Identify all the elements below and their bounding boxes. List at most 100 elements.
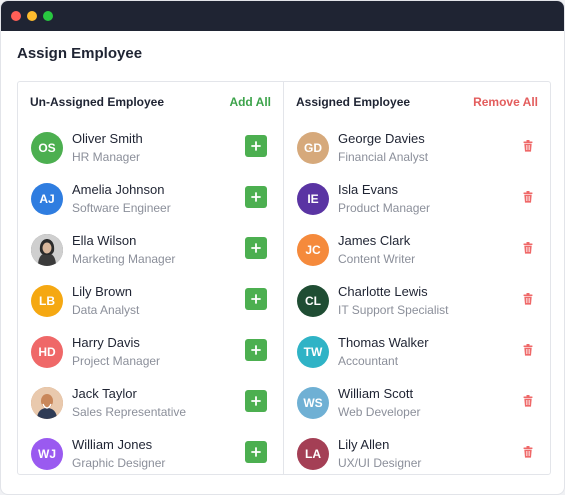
assigned-employee-row: TW Thomas Walker Accountant bbox=[284, 326, 550, 377]
assigned-employee-row: IE Isla Evans Product Manager bbox=[284, 173, 550, 224]
trash-icon bbox=[523, 344, 533, 356]
page-title: Assign Employee bbox=[17, 45, 143, 62]
assigned-column: Assigned Employee Remove All GD George Da… bbox=[284, 82, 550, 474]
remove-employee-button[interactable] bbox=[522, 292, 534, 306]
employee-info: Thomas Walker Accountant bbox=[338, 334, 429, 370]
avatar: WJ bbox=[31, 437, 63, 470]
employee-role: Financial Analyst bbox=[338, 149, 429, 164]
add-all-button[interactable]: Add All bbox=[229, 95, 271, 109]
minimize-window-button[interactable] bbox=[27, 11, 37, 21]
maximize-window-button[interactable] bbox=[43, 11, 53, 21]
employee-info: George Davies Financial Analyst bbox=[338, 130, 428, 166]
add-employee-button[interactable] bbox=[245, 339, 267, 361]
unassigned-employee-row: OS Oliver Smith HR Manager bbox=[18, 122, 283, 173]
remove-employee-button[interactable] bbox=[522, 190, 534, 204]
employee-info: Isla Evans Product Manager bbox=[338, 181, 430, 217]
employee-role: Marketing Manager bbox=[72, 251, 176, 266]
avatar: JC bbox=[297, 233, 329, 266]
employee-info: James Clark Content Writer bbox=[338, 232, 415, 268]
employee-name: Oliver Smith bbox=[72, 130, 143, 146]
employee-role: IT Support Specialist bbox=[338, 302, 449, 317]
unassigned-header: Un-Assigned Employee Add All bbox=[18, 82, 283, 122]
employee-role: HR Manager bbox=[72, 149, 141, 164]
avatar: IE bbox=[297, 182, 329, 215]
unassigned-employee-row: WJ William Jones Graphic Designer bbox=[18, 428, 283, 479]
employee-name: Isla Evans bbox=[338, 181, 398, 197]
app-window: Assign Employee Un-Assigned Employee Add… bbox=[0, 0, 565, 495]
add-employee-button[interactable] bbox=[245, 186, 267, 208]
add-employee-button[interactable] bbox=[245, 288, 267, 310]
employee-info: William Jones Graphic Designer bbox=[72, 436, 165, 472]
employee-info: Lily Brown Data Analyst bbox=[72, 283, 139, 319]
employee-name: William Scott bbox=[338, 385, 414, 401]
trash-icon bbox=[523, 242, 533, 254]
employee-role: Project Manager bbox=[72, 353, 161, 368]
remove-employee-button[interactable] bbox=[522, 343, 534, 357]
plus-icon bbox=[251, 141, 261, 151]
remove-employee-button[interactable] bbox=[522, 445, 534, 459]
avatar: CL bbox=[297, 284, 329, 317]
add-employee-button[interactable] bbox=[245, 390, 267, 412]
employee-role: Graphic Designer bbox=[72, 455, 166, 470]
trash-icon bbox=[523, 446, 533, 458]
plus-icon bbox=[251, 243, 261, 253]
remove-employee-button[interactable] bbox=[522, 241, 534, 255]
plus-icon bbox=[251, 396, 261, 406]
employee-info: Jack Taylor Sales Representative bbox=[72, 385, 186, 421]
employee-name: Jack Taylor bbox=[72, 385, 137, 401]
unassigned-title: Un-Assigned Employee bbox=[30, 95, 165, 109]
employee-name: George Davies bbox=[338, 130, 425, 146]
avatar: LB bbox=[31, 284, 63, 317]
avatar: WS bbox=[297, 386, 329, 419]
add-employee-button[interactable] bbox=[245, 237, 267, 259]
employee-name: Charlotte Lewis bbox=[338, 283, 428, 299]
unassigned-employee-row: HD Harry Davis Project Manager bbox=[18, 326, 283, 377]
assigned-title: Assigned Employee bbox=[296, 95, 411, 109]
assigned-employee-row: WS William Scott Web Developer bbox=[284, 377, 550, 428]
avatar bbox=[31, 233, 63, 266]
employee-info: Lily Allen UX/UI Designer bbox=[338, 436, 421, 472]
plus-icon bbox=[251, 345, 261, 355]
employee-info: William Scott Web Developer bbox=[338, 385, 421, 421]
main-content: Assign Employee Un-Assigned Employee Add… bbox=[1, 31, 564, 494]
employee-role: Data Analyst bbox=[72, 302, 140, 317]
unassigned-employee-row: Ella Wilson Marketing Manager bbox=[18, 224, 283, 275]
avatar: TW bbox=[297, 335, 329, 368]
employee-role: Web Developer bbox=[338, 404, 421, 419]
unassigned-column: Un-Assigned Employee Add All OS Oliver Sm… bbox=[18, 82, 284, 474]
employee-role: UX/UI Designer bbox=[338, 455, 422, 470]
assigned-employee-row: CL Charlotte Lewis IT Support Specialist bbox=[284, 275, 550, 326]
unassigned-employee-row: LB Lily Brown Data Analyst bbox=[18, 275, 283, 326]
employee-name: Lily Brown bbox=[72, 283, 132, 299]
employee-name: Lily Allen bbox=[338, 436, 390, 452]
avatar: OS bbox=[31, 131, 63, 164]
employee-role: Content Writer bbox=[338, 251, 416, 266]
employee-info: Harry Davis Project Manager bbox=[72, 334, 160, 370]
employee-name: Ella Wilson bbox=[72, 232, 137, 248]
avatar: HD bbox=[31, 335, 63, 368]
plus-icon bbox=[251, 294, 261, 304]
add-employee-button[interactable] bbox=[245, 135, 267, 157]
window-titlebar bbox=[1, 1, 564, 31]
remove-all-button[interactable]: Remove All bbox=[473, 95, 538, 109]
close-window-button[interactable] bbox=[11, 11, 21, 21]
employee-role: Accountant bbox=[338, 353, 399, 368]
plus-icon bbox=[251, 447, 261, 457]
avatar bbox=[31, 386, 63, 419]
assigned-employee-row: GD George Davies Financial Analyst bbox=[284, 122, 550, 173]
employee-info: Charlotte Lewis IT Support Specialist bbox=[338, 283, 449, 319]
employee-name: James Clark bbox=[338, 232, 411, 248]
trash-icon bbox=[523, 293, 533, 305]
trash-icon bbox=[523, 395, 533, 407]
unassigned-employee-row: Jack Taylor Sales Representative bbox=[18, 377, 283, 428]
remove-employee-button[interactable] bbox=[522, 139, 534, 153]
employee-name: William Jones bbox=[72, 436, 153, 452]
employee-name: Thomas Walker bbox=[338, 334, 429, 350]
assigned-employee-row: LA Lily Allen UX/UI Designer bbox=[284, 428, 550, 479]
assigned-header: Assigned Employee Remove All bbox=[284, 82, 550, 122]
remove-employee-button[interactable] bbox=[522, 394, 534, 408]
employee-info: Ella Wilson Marketing Manager bbox=[72, 232, 175, 268]
add-employee-button[interactable] bbox=[245, 441, 267, 463]
assigned-list: GD George Davies Financial Analyst IE Isla E… bbox=[284, 122, 550, 479]
employee-role: Software Engineer bbox=[72, 200, 171, 215]
